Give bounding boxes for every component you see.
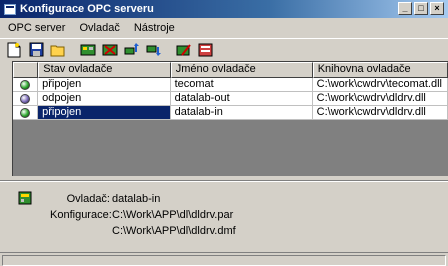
new-file-icon[interactable] — [4, 41, 24, 59]
maximize-button[interactable]: □ — [414, 2, 428, 15]
properties-icon[interactable] — [196, 41, 216, 59]
minimize-button[interactable]: _ — [398, 2, 412, 15]
status-connected-icon — [20, 79, 31, 90]
column-header-name[interactable]: Jméno ovladače — [170, 62, 313, 78]
driver-label: Ovladač: — [66, 193, 110, 205]
cell-name: tecomat — [170, 78, 313, 92]
status-connected-icon — [20, 107, 31, 118]
cell-status: odpojen — [38, 92, 171, 106]
app-window-icon — [4, 3, 16, 15]
menu-nastroje[interactable]: Nástroje — [132, 22, 177, 34]
table-row[interactable]: odpojen datalab-out C:\work\cwdrv\dldrv.… — [13, 92, 448, 106]
status-bar — [0, 252, 448, 266]
driver-remove-icon[interactable] — [100, 41, 120, 59]
table-row[interactable]: připojen tecomat C:\work\cwdrv\tecomat.d… — [13, 78, 448, 92]
column-header-library[interactable]: Knihovna ovladače — [312, 62, 448, 78]
config-label: Konfigurace: — [50, 209, 112, 221]
close-button[interactable]: × — [430, 2, 444, 15]
cell-status: připojen — [38, 106, 171, 120]
cell-library: C:\work\cwdrv\tecomat.dll — [312, 78, 448, 92]
driver-details-panel: Ovladač: datalab-in Konfigurace: C:\Work… — [0, 183, 448, 253]
title-bar: Konfigurace OPC serveru _ □ × — [0, 0, 448, 18]
driver-list[interactable]: Stav ovladače Jméno ovladače Knihovna ov… — [12, 61, 448, 176]
driver-icon[interactable] — [78, 41, 98, 59]
toolbar — [0, 38, 448, 60]
open-folder-icon[interactable] — [48, 41, 68, 59]
window-title: Konfigurace OPC serveru — [20, 3, 154, 15]
config-value-dmf: C:\Work\APP\dl\dldrv.dmf — [112, 225, 236, 237]
driver-value: datalab-in — [112, 193, 161, 205]
status-disconnected-icon — [20, 93, 31, 104]
move-up-icon[interactable] — [122, 41, 142, 59]
driver-card-icon — [18, 191, 32, 208]
cell-name: datalab-in — [170, 106, 313, 120]
menu-ovladac[interactable]: Ovladač — [77, 22, 121, 34]
cell-status: připojen — [38, 78, 171, 92]
status-pane — [2, 255, 446, 266]
edit-icon[interactable] — [174, 41, 194, 59]
save-icon[interactable] — [26, 41, 46, 59]
move-down-icon[interactable] — [144, 41, 164, 59]
column-header-icon[interactable] — [13, 62, 39, 78]
cell-name: datalab-out — [170, 92, 313, 106]
menu-opc-server[interactable]: OPC server — [6, 22, 67, 34]
table-row-selected[interactable]: připojen datalab-in C:\work\cwdrv\dldrv.… — [13, 106, 448, 120]
cell-library: C:\work\cwdrv\dldrv.dll — [312, 106, 448, 120]
cell-library: C:\work\cwdrv\dldrv.dll — [312, 92, 448, 106]
pane-divider[interactable] — [0, 180, 448, 182]
window-controls: _ □ × — [398, 2, 444, 15]
menu-bar: OPC server Ovladač Nástroje — [0, 18, 448, 38]
config-value-par: C:\Work\APP\dl\dldrv.par — [112, 209, 234, 221]
list-header: Stav ovladače Jméno ovladače Knihovna ov… — [13, 62, 448, 78]
column-header-status[interactable]: Stav ovladače — [38, 62, 171, 78]
